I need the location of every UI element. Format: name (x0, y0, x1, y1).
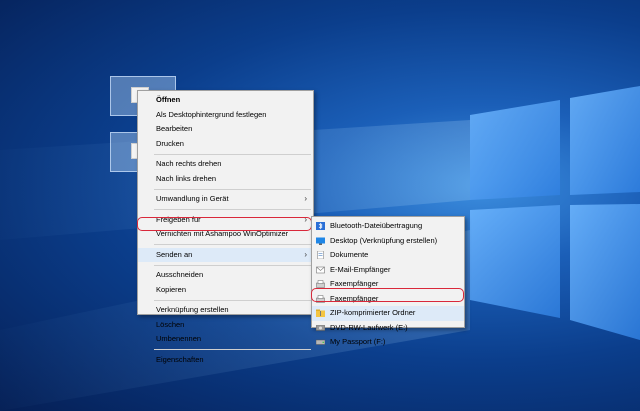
menu-separator (154, 153, 311, 155)
menu-item-label: Umbenennen (156, 334, 202, 343)
menu-item-label: Kopieren (156, 284, 187, 294)
menu-separator (154, 264, 311, 266)
submenu-item-desktop-verknupfung-erstellen[interactable]: Desktop (Verknüpfung erstellen) (312, 234, 464, 249)
menu-item-label: Senden an (156, 249, 193, 259)
menu-separator (154, 299, 311, 301)
menu-item-bearbeiten[interactable]: Bearbeiten (138, 122, 313, 137)
chevron-right-icon: › (304, 214, 307, 224)
menu-item-label: Drucken (156, 138, 184, 148)
drive-icon (316, 338, 325, 346)
mail-icon (316, 266, 325, 274)
menu-item-label: Umwandlung in Gerät (156, 194, 229, 203)
menu-item-label: Als Desktophintergrund festlegen (156, 109, 267, 119)
menu-item-loschen[interactable]: Löschen (138, 318, 313, 333)
menu-item-nach-links-drehen[interactable]: Nach links drehen (138, 172, 313, 187)
submenu-item-zip-komprimierter-ordner[interactable]: ZIP-komprimierter Ordner (312, 306, 464, 321)
documents-icon (316, 251, 325, 259)
menu-item-senden-an[interactable]: Senden an › (138, 247, 313, 262)
menu-item-offnen[interactable]: Öffnen (138, 93, 313, 108)
submenu-item-faxempfanger[interactable]: Faxempfänger (312, 277, 464, 292)
menu-item-label: Ausschneiden (156, 270, 204, 279)
menu-item-drucken[interactable]: Drucken (138, 137, 313, 152)
menu-item-umwandlung-in-gerat[interactable]: Umwandlung in Gerät › (138, 192, 313, 207)
menu-item-label: Freigeben für (156, 214, 201, 224)
menu-item-ausschneiden[interactable]: Ausschneiden (138, 268, 313, 283)
submenu-item-my-passport-f[interactable]: My Passport (F:) (312, 335, 464, 350)
menu-item-vernichten-mit-ashampoo-winoptimizer[interactable]: Vernichten mit Ashampoo WinOptimizer (138, 227, 313, 242)
submenu-item-dvd-rw-laufwerk-e[interactable]: DVD-RW-Laufwerk (E:) (312, 321, 464, 336)
menu-item-label: Vernichten mit Ashampoo WinOptimizer (156, 229, 289, 238)
menu-item-label: Nach rechts drehen (156, 159, 222, 168)
fax-icon (316, 294, 325, 303)
menu-separator (154, 188, 311, 190)
menu-item-kopieren[interactable]: Kopieren (138, 283, 313, 298)
submenu-item-dokumente[interactable]: Dokumente (312, 248, 464, 263)
menu-item-umbenennen[interactable]: Umbenennen (138, 332, 313, 347)
menu-item-label: Löschen (156, 319, 185, 329)
submenu-item-label: Faxempfänger (330, 279, 379, 288)
submenu-item-label: E-Mail-Empfänger (330, 264, 391, 274)
submenu-item-bluetooth-dateiubertragung[interactable]: Bluetooth-Dateiübertragung (312, 219, 464, 234)
menu-item-eigenschaften[interactable]: Eigenschaften (138, 353, 313, 368)
zip-folder-icon (316, 309, 325, 317)
submenu-item-label: Bluetooth-Dateiübertragung (330, 221, 423, 230)
bluetooth-icon (316, 222, 325, 230)
menu-item-label: Eigenschaften (156, 354, 204, 364)
submenu-item-label: Desktop (Verknüpfung erstellen) (330, 235, 438, 245)
submenu-item-label: ZIP-komprimierter Ordner (330, 308, 416, 317)
menu-item-nach-rechts-drehen[interactable]: Nach rechts drehen (138, 157, 313, 172)
chevron-right-icon: › (304, 194, 307, 203)
submenu-item-label: Faxempfänger (330, 293, 379, 303)
menu-item-verknupfung-erstellen[interactable]: Verknüpfung erstellen (138, 303, 313, 318)
send-to-submenu: Bluetooth-Dateiübertragung Desktop (Verkn… (311, 216, 465, 346)
menu-separator (154, 244, 311, 245)
submenu-item-faxempfanger[interactable]: Faxempfänger (312, 292, 464, 307)
desktop-icon (316, 237, 325, 245)
submenu-item-label: Dokumente (330, 250, 369, 259)
menu-item-label: Nach links drehen (156, 173, 217, 183)
submenu-item-label: DVD-RW-Laufwerk (E:) (330, 322, 408, 332)
context-menu: Öffnen Als Desktophintergrund festlegen Be… (137, 90, 314, 364)
menu-item-als-desktophintergrund-festlegen[interactable]: Als Desktophintergrund festlegen (138, 108, 313, 123)
menu-separator (154, 209, 311, 210)
menu-item-label: Verknüpfung erstellen (156, 305, 229, 314)
chevron-right-icon: › (304, 249, 307, 259)
menu-item-label: Bearbeiten (156, 124, 193, 133)
fax-icon (316, 280, 325, 288)
menu-item-freigeben-fur[interactable]: Freigeben für › (138, 213, 313, 228)
submenu-item-e-mail-empfanger[interactable]: E-Mail-Empfänger (312, 263, 464, 278)
menu-separator (154, 349, 311, 350)
submenu-item-label: My Passport (F:) (330, 337, 386, 346)
dvd-drive-icon (316, 324, 325, 332)
menu-item-label: Öffnen (156, 95, 181, 104)
